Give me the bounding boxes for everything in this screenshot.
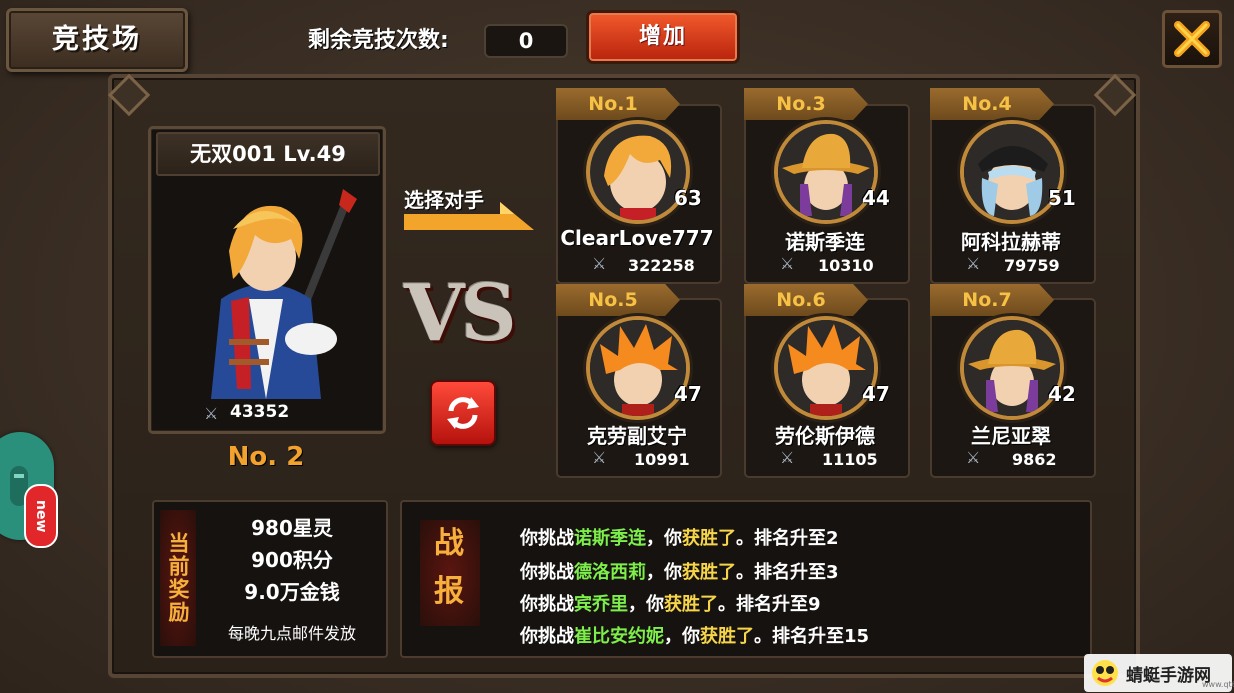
player-power: 43352 [230,402,290,422]
sword-icon: ⚔ [592,448,607,467]
log-text: ，你 [646,562,682,583]
opponent-name: 劳伦斯伊德 [775,424,875,448]
title-plaque: 竞技场 [6,8,188,72]
log-result: 获胜了 [682,562,736,583]
opponent-power: 10310 [818,256,874,275]
opponent-name: 兰尼亚翠 [971,424,1051,448]
opponent-power: 9862 [1012,450,1057,469]
log-text: ，你 [646,528,682,549]
sword-icon: ⚔ [592,254,607,273]
sword-icon: ⚔ [966,448,981,467]
remaining-attempts-value: 0 [484,24,568,58]
log-result: 获胜了 [682,528,736,549]
sword-icon: ⚔ [780,254,795,273]
watermark-text: 蜻蜓手游网 [1126,665,1211,686]
opponent-name: 克劳副艾宁 [587,424,687,448]
opponent-name: ClearLove777 [560,226,714,250]
log-text: 。排名升至3 [736,562,839,583]
log-text: 。排名升至9 [718,594,821,615]
opponent-power: 79759 [1004,256,1060,275]
log-text: 你挑战 [520,562,574,583]
battle-report-tag-line: 战 [434,526,466,561]
refresh-icon [447,397,479,429]
battle-report-tag-line: 报 [434,574,466,609]
player-character-portrait [211,189,357,399]
log-result: 获胜了 [700,626,754,647]
opponent-rank-badge: No.4 [930,88,1054,120]
opponent-power: 10991 [634,450,690,469]
add-attempts-button[interactable]: 增加 [586,10,740,64]
log-opponent: 崔比安约妮 [574,626,664,647]
arrow-right-icon [404,202,534,230]
log-opponent: 德洛西莉 [574,562,646,583]
opponent-name: 阿科拉赫蒂 [961,230,1061,254]
log-text: 你挑战 [520,626,574,647]
log-text: 。排名升至15 [754,626,870,647]
battle-log-entry: 你挑战宾乔里，你获胜了。排名升至9 [520,590,821,616]
dragonfly-logo-icon [1092,660,1118,686]
reward-note: 每晚九点邮件发放 [227,624,356,643]
sword-icon: ⚔ [204,404,219,423]
vs-emblem: VS [404,268,517,359]
reward-item: 900积分 [251,548,333,572]
opponent-level: 47 [862,382,890,406]
new-badge: new [24,484,58,548]
reward-item: 980星灵 [251,516,333,540]
battle-log-entry: 你挑战崔比安约妮，你获胜了。排名升至15 [520,622,869,648]
opponent-power: 11105 [822,450,878,469]
log-opponent: 宾乔里 [574,594,628,615]
site-watermark: 蜻蜓手游网 www.qt6.com [1084,654,1234,692]
battle-log-entry: 你挑战德洛西莉，你获胜了。排名升至3 [520,558,839,584]
opponent-name: 诺斯季连 [785,230,865,254]
opponent-rank-badge: No.1 [556,88,680,120]
log-text: ，你 [628,594,664,615]
close-x-icon [1174,21,1210,57]
log-text: 。排名升至2 [736,528,839,549]
log-text: 你挑战 [520,528,574,549]
opponent-level: 44 [862,186,890,210]
log-opponent: 诺斯季连 [574,528,646,549]
sword-icon: ⚔ [780,448,795,467]
opponent-level: 63 [674,186,702,210]
refresh-opponents-button[interactable] [430,380,496,446]
opponent-level: 42 [1048,382,1076,406]
opponent-rank-badge: No.7 [930,284,1054,316]
sword-icon: ⚔ [966,254,981,273]
page-title: 竞技场 [52,24,142,55]
remaining-attempts-label: 剩余竞技次数: [308,28,449,53]
log-text: 你挑战 [520,594,574,615]
battle-log-entry: 你挑战诺斯季连，你获胜了。排名升至2 [520,524,839,550]
player-rank: No. 2 [227,442,305,472]
opponent-rank-badge: No.3 [744,88,868,120]
opponent-level: 47 [674,382,702,406]
log-text: ，你 [664,626,700,647]
opponent-rank-badge: No.6 [744,284,868,316]
opponent-rank-badge: No.5 [556,284,680,316]
opponent-level: 51 [1048,186,1076,210]
opponent-power: 322258 [628,256,695,275]
reward-tag: 当前奖励 [160,510,196,646]
close-button[interactable] [1162,10,1222,68]
log-result: 获胜了 [664,594,718,615]
battle-report-tag: 战 报 [420,520,480,626]
watermark-url: www.qt6.com [1202,680,1234,689]
reward-item: 9.0万金钱 [244,580,340,604]
player-name-level: 无双001 Lv.49 [156,132,380,176]
